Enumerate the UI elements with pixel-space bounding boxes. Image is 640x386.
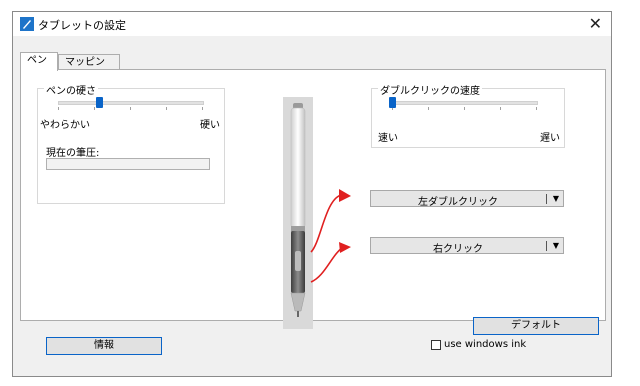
slider-tick (58, 107, 59, 110)
slider-tick (464, 107, 465, 110)
pen-hardness-max-label: 硬い (200, 120, 220, 131)
double-click-speed-slider-thumb[interactable] (389, 97, 396, 108)
dropdown-separator (546, 194, 547, 204)
slider-tick (536, 107, 537, 110)
slider-tick (428, 107, 429, 110)
double-click-speed-max-label: 遅い (540, 133, 560, 144)
chevron-down-icon: ▼ (552, 194, 559, 203)
windows-ink-checkbox[interactable] (431, 340, 441, 350)
dropdown-separator (546, 241, 547, 251)
pen-hardness-group: ペンの硬さ やわらかい 硬い 現在の筆圧: (37, 82, 225, 204)
current-pressure-label: 現在の筆圧: (46, 148, 100, 159)
tab-bar: ペン マッピング (20, 52, 606, 83)
upper-pen-button-dropdown[interactable]: 左ダブルクリック ▼ (370, 190, 564, 208)
pen-hardness-label: ペンの硬さ (44, 82, 98, 97)
upper-button-arrow (310, 194, 342, 253)
tab-pen[interactable]: ペン (20, 52, 58, 71)
slider-tick (130, 107, 131, 110)
close-button[interactable]: ✕ (589, 14, 602, 33)
info-button[interactable]: 情報 (46, 337, 162, 355)
pen-hardness-track (58, 101, 204, 105)
lower-button-arrow (310, 246, 344, 283)
upper-pen-button-value: 左ダブルクリック (418, 197, 498, 208)
slider-tick (94, 107, 95, 110)
slider-tick (166, 107, 167, 110)
pen-settings-panel: ペンの硬さ やわらかい 硬い 現在の筆圧: ダブルクリックの速度 速い 遅い 左… (20, 69, 606, 335)
lower-arrow-head (339, 242, 351, 253)
pen-tablet-icon (20, 17, 34, 31)
upper-arrow-head (339, 189, 351, 202)
pen-hardness-slider-thumb[interactable] (95, 97, 103, 108)
pen-hardness-min-label: やわらかい (40, 120, 90, 131)
title-bar: タブレットの設定 ✕ (13, 12, 611, 36)
pen-button-arrows (310, 189, 351, 283)
window-title: タブレットの設定 (38, 19, 126, 32)
tablet-settings-window: タブレットの設定 ✕ ペン マッピング ペンの硬さ やわらかい 硬い 現在の筆圧… (12, 11, 612, 377)
tab-mapping[interactable]: マッピング (58, 54, 120, 83)
double-click-speed-label: ダブルクリックの速度 (378, 82, 482, 97)
lower-pen-button-dropdown[interactable]: 右クリック ▼ (370, 237, 564, 255)
double-click-speed-min-label: 速い (378, 133, 398, 144)
windows-ink-label: use windows ink (444, 339, 527, 350)
slider-tick (500, 107, 501, 110)
double-click-speed-group: ダブルクリックの速度 速い 遅い (371, 82, 565, 148)
default-button[interactable]: デフォルト (473, 317, 599, 335)
pressure-meter (46, 158, 210, 170)
chevron-down-icon: ▼ (552, 241, 559, 250)
double-click-speed-track (392, 101, 538, 105)
slider-tick (202, 107, 203, 110)
lower-pen-button-value: 右クリック (433, 244, 483, 255)
